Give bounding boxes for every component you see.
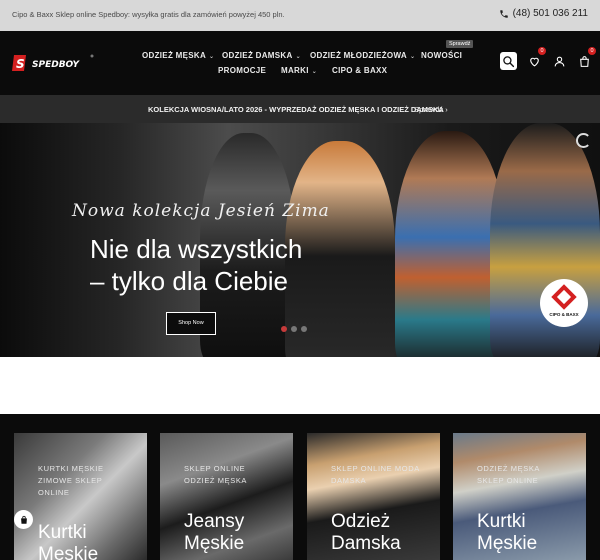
- kicker-line: ONLINE: [38, 488, 70, 497]
- phone-number: (48) 501 036 211: [512, 8, 588, 19]
- nav-item-odziez-meska[interactable]: ODZIEŻ MĘSKA ⌄: [142, 51, 214, 60]
- main-navigation: ODZIEŻ MĘSKA ⌄ ODZIEŻ DAMSKA ⌄ ODZIEŻ MŁOD…: [120, 31, 490, 95]
- bag-icon: [20, 515, 27, 524]
- nav-label: ODZIEŻ MŁODZIEŻOWA: [310, 51, 407, 60]
- category-card[interactable]: KURTKI MĘSKIE ZIMOWE SKLEP ONLINE Kurtki…: [14, 433, 147, 560]
- wishlist-button[interactable]: 0: [526, 47, 546, 70]
- announcement-message: KOLEKCJA WIOSNA/LATO 2026 - WYPRZEDAŻ OD…: [148, 105, 444, 114]
- category-title: Jeansy Męskie: [184, 511, 244, 555]
- nav-label: ODZIEŻ DAMSKA: [222, 51, 293, 60]
- svg-text:S: S: [16, 57, 25, 71]
- category-title: Kurtki Męskie: [38, 522, 98, 560]
- search-button[interactable]: [500, 52, 517, 70]
- title-line: Damska: [331, 533, 401, 554]
- header-actions: 0 0: [500, 47, 596, 70]
- floating-cart-button[interactable]: [14, 510, 33, 529]
- cart-button[interactable]: 0: [576, 47, 596, 70]
- nav-label: MARKI: [281, 66, 309, 75]
- chevron-down-icon: ⌄: [409, 54, 416, 60]
- wishlist-count-badge: 0: [538, 47, 546, 55]
- heart-icon: [529, 57, 539, 66]
- kicker-line: ODZIEŻ MĘSKA: [477, 464, 541, 473]
- slider-dot[interactable]: [281, 326, 287, 332]
- kicker-line: ZIMOWE SKLEP: [38, 476, 103, 485]
- kicker-line: SKLEP ONLINE: [184, 464, 246, 473]
- top-info-bar: Cipo & Baxx Sklep online Spedboy: wysyłk…: [0, 0, 600, 31]
- chevron-down-icon: ⌄: [295, 54, 301, 60]
- category-section: KURTKI MĘSKIE ZIMOWE SKLEP ONLINE Kurtki…: [0, 414, 600, 560]
- category-card[interactable]: SKLEP ONLINE ODZIEŻ MĘSKA Jeansy Męskie: [160, 433, 293, 560]
- title-line: Odzież: [331, 511, 391, 532]
- slider-dot[interactable]: [291, 326, 297, 332]
- cipo-baxx-logo-icon: [551, 284, 577, 310]
- hero-headline-line: Nie dla wszystkich: [90, 234, 303, 264]
- bag-icon: [579, 55, 589, 67]
- phone-contact[interactable]: (48) 501 036 211: [499, 8, 588, 19]
- title-line: Kurtki: [38, 522, 87, 543]
- nav-item-marki[interactable]: MARKI ⌄: [281, 66, 317, 75]
- logo-text: SPEDBOY: [32, 60, 81, 70]
- kicker-line: KURTKI MĘSKIE: [38, 464, 104, 473]
- brand-badge-label: CIPO & BAXX: [549, 312, 579, 317]
- announcement-cta-label: Sprawdź: [414, 105, 444, 114]
- hero-model-image: [395, 131, 505, 357]
- category-title: Kurtki Męskie: [477, 511, 537, 555]
- category-kicker: KURTKI MĘSKIE ZIMOWE SKLEP ONLINE: [38, 463, 104, 499]
- title-line: Męskie: [38, 544, 99, 560]
- shop-now-button[interactable]: Shop Now: [166, 312, 216, 335]
- loading-spinner-icon: [576, 133, 591, 148]
- nav-new-badge: Sprawdź: [446, 40, 474, 48]
- spedboy-logo[interactable]: S SPEDBOY: [12, 52, 96, 74]
- chevron-down-icon: ⌄: [311, 69, 318, 75]
- main-header: S SPEDBOY ODZIEŻ MĘSKA ⌄ ODZIEŻ DAMSKA ⌄ O…: [0, 31, 600, 95]
- announcement-cta-link[interactable]: Sprawdź ›: [414, 105, 448, 114]
- chevron-down-icon: ⌄: [209, 54, 215, 60]
- category-title: Odzież Damska: [331, 511, 401, 555]
- category-kicker: SKLEP ONLINE ODZIEŻ MĘSKA: [184, 463, 247, 487]
- phone-icon: [499, 9, 508, 18]
- title-line: Męskie: [184, 533, 245, 554]
- hero-headline-line: – tylko dla Ciebie: [90, 266, 288, 296]
- hero-headline: Nie dla wszystkich – tylko dla Ciebie: [90, 233, 302, 297]
- shipping-promo-text: Cipo & Baxx Sklep online Spedboy: wysyłk…: [12, 10, 285, 19]
- hero-banner: Nowa kolekcja Jesień Zima Nie dla wszyst…: [0, 123, 600, 357]
- slider-dot[interactable]: [301, 326, 307, 332]
- hero-script-title: Nowa kolekcja Jesień Zima: [72, 201, 330, 221]
- nav-item-odziez-mlodziezowa[interactable]: ODZIEŻ MŁODZIEŻOWA ⌄: [310, 51, 415, 60]
- category-kicker: SKLEP ONLINE MODA DAMSKA: [331, 463, 420, 487]
- category-card[interactable]: ODZIEŻ MĘSKA SKLEP ONLINE Kurtki Męskie: [453, 433, 586, 560]
- nav-item-promocje[interactable]: PROMOCJE: [218, 66, 266, 75]
- title-line: Jeansy: [184, 511, 245, 532]
- title-line: Kurtki: [477, 511, 526, 532]
- category-kicker: ODZIEŻ MĘSKA SKLEP ONLINE: [477, 463, 540, 487]
- cipo-baxx-brand-badge[interactable]: CIPO & BAXX: [540, 279, 588, 327]
- title-line: Męskie: [477, 533, 538, 554]
- kicker-line: ODZIEŻ MĘSKA: [184, 476, 248, 485]
- account-button[interactable]: [551, 52, 567, 70]
- hero-model-image: [490, 123, 600, 357]
- nav-item-nowosci[interactable]: NOWOŚCI: [421, 51, 462, 60]
- search-icon: [503, 55, 515, 67]
- nav-label: ODZIEŻ MĘSKA: [142, 51, 207, 60]
- cart-count-badge: 0: [588, 47, 596, 55]
- chevron-right-icon: ›: [445, 105, 448, 114]
- kicker-line: DAMSKA: [331, 476, 367, 485]
- nav-label: NOWOŚCI: [421, 51, 463, 60]
- nav-item-odziez-damska[interactable]: ODZIEŻ DAMSKA ⌄: [222, 51, 301, 60]
- category-card[interactable]: SKLEP ONLINE MODA DAMSKA Odzież Damska: [307, 433, 440, 560]
- kicker-line: SKLEP ONLINE: [477, 476, 539, 485]
- slider-pagination: [281, 326, 307, 332]
- user-icon: [554, 56, 564, 66]
- nav-label: CIPO & BAXX: [332, 66, 388, 75]
- announcement-bar: KOLEKCJA WIOSNA/LATO 2026 - WYPRZEDAŻ OD…: [0, 95, 600, 123]
- kicker-line: SKLEP ONLINE MODA: [331, 464, 420, 473]
- nav-label: PROMOCJE: [218, 66, 267, 75]
- nav-item-cipo-baxx[interactable]: CIPO & BAXX: [332, 66, 387, 75]
